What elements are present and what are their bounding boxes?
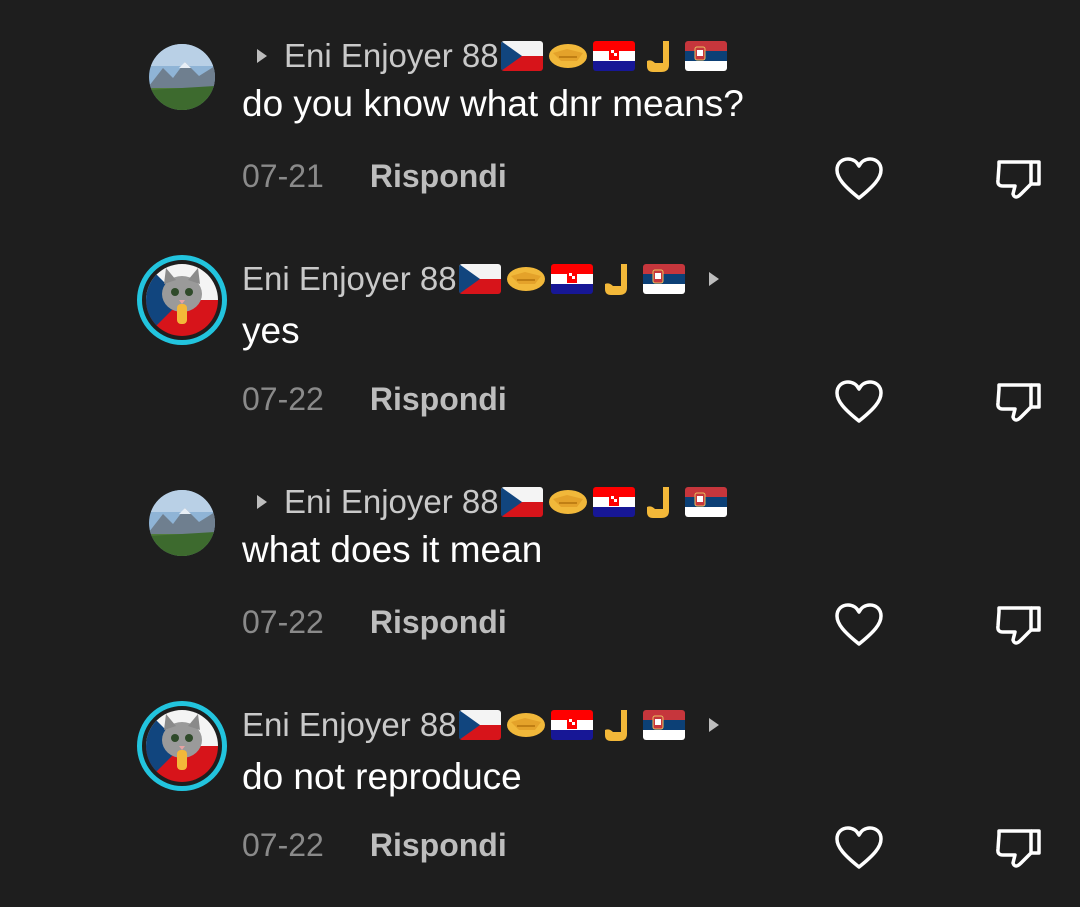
czech-flag-icon	[458, 264, 501, 294]
cat-flag-avatar[interactable]	[137, 255, 227, 345]
comment-author[interactable]: Eni Enjoyer 88	[242, 706, 457, 744]
cat-flag-avatar[interactable]	[137, 701, 227, 791]
serbia-flag-icon	[642, 264, 685, 294]
reply-button[interactable]: Rispondi	[370, 381, 507, 418]
dislike-icon[interactable]	[993, 379, 1043, 425]
serbia-flag-icon	[642, 710, 685, 740]
croatia-flag-icon	[550, 264, 593, 294]
handshake-icon	[505, 708, 547, 742]
like-heart-icon[interactable]	[834, 825, 884, 871]
comment-text: yes	[242, 310, 300, 351]
czech-flag-icon	[458, 710, 501, 740]
reply-button[interactable]: Rispondi	[370, 827, 507, 864]
croatia-flag-icon	[550, 710, 593, 740]
handshake-icon	[505, 262, 547, 296]
expand-caret-icon[interactable]	[708, 272, 719, 286]
expand-caret-icon[interactable]	[708, 718, 719, 732]
comment-text: do not reproduce	[242, 756, 522, 797]
comment-date: 07-22	[242, 827, 324, 863]
dislike-icon[interactable]	[993, 825, 1043, 871]
like-heart-icon[interactable]	[834, 379, 884, 425]
hand-gesture-icon	[597, 708, 639, 742]
comment-item: Eni Enjoyer 88 yes 07-22 Rispondi	[0, 0, 1080, 423]
comment-date: 07-22	[242, 381, 324, 417]
comment-item: Eni Enjoyer 88 do not reproduce 07-22 Ri…	[0, 446, 1080, 869]
comment-author[interactable]: Eni Enjoyer 88	[242, 260, 457, 298]
hand-gesture-icon	[597, 262, 639, 296]
